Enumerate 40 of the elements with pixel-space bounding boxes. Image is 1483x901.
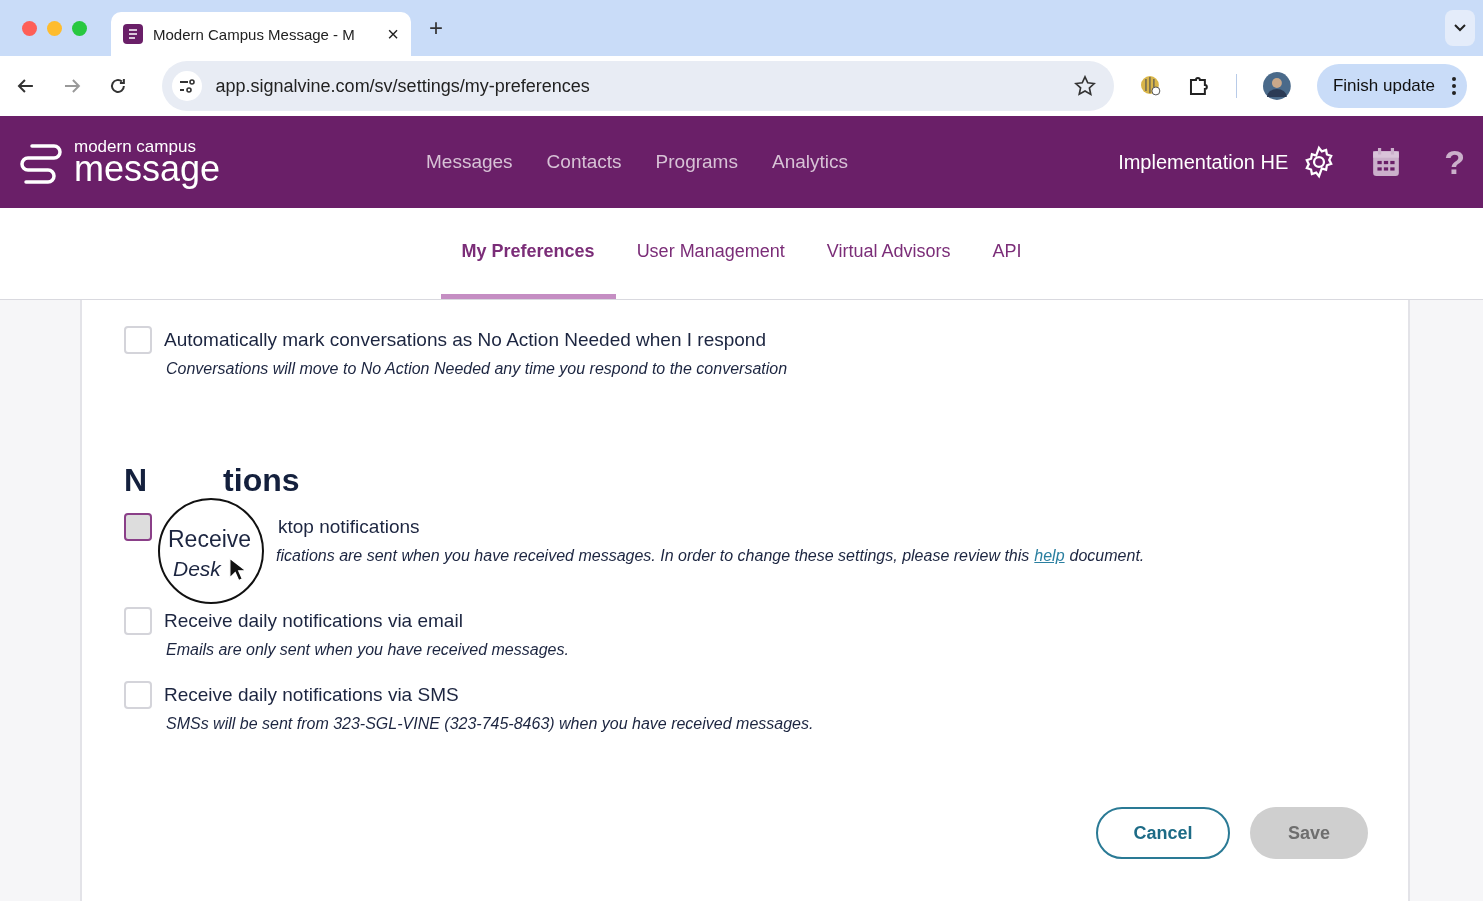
nav-link[interactable]: Messages — [426, 151, 513, 173]
new-tab-button[interactable]: + — [429, 14, 443, 42]
nav-link[interactable]: Analytics — [771, 151, 848, 173]
finish-update-button[interactable]: Finish update — [1316, 64, 1467, 108]
nav-link[interactable]: Contacts — [546, 151, 622, 173]
option-description: Conversations will move to No Action Needed any time you respond to the conversation — [166, 360, 789, 378]
magnified-text: Receive — [168, 527, 252, 553]
option-label: Automatically mark conversations as No Action Needed when I respond — [164, 329, 766, 351]
tab-title: Modern Campus Message - M — [153, 25, 356, 43]
option-label: Receive daily notifications via SMS — [164, 684, 459, 706]
site-settings-icon[interactable] — [171, 71, 202, 101]
settings-tab[interactable]: Virtual Advisors — [805, 208, 972, 299]
help-link[interactable]: help — [1034, 547, 1065, 564]
option-label: ktop notifications — [278, 516, 420, 538]
avatar-icon[interactable] — [1263, 72, 1291, 100]
more-icon — [1451, 76, 1457, 96]
option-description: fications are sent when you have received messages. In order to change these settings, please review this help document. — [276, 547, 1146, 565]
extension-icon[interactable] — [1140, 75, 1163, 97]
organization-name[interactable]: Implementation HE — [1118, 150, 1289, 174]
address-bar[interactable]: app.signalvine.com/sv/settings/my-preferences — [161, 61, 1115, 111]
cancel-button[interactable]: Cancel — [1096, 807, 1230, 859]
app-logo-icon — [123, 24, 143, 44]
calendar-icon[interactable] — [1372, 147, 1401, 177]
star-icon[interactable] — [1074, 75, 1097, 97]
tab-list-icon[interactable] — [1445, 10, 1475, 46]
option-label: Receive daily notifications via email — [164, 610, 463, 632]
puzzle-icon[interactable] — [1188, 75, 1211, 97]
close-tab-button[interactable]: × — [387, 22, 399, 46]
section-heading: tions — [223, 462, 300, 499]
option-description: Emails are only sent when you have received messages. — [166, 641, 570, 659]
settings-tab[interactable]: User Management — [615, 208, 806, 299]
checkbox[interactable] — [124, 513, 152, 541]
cursor-icon — [228, 556, 246, 582]
option-description: SMSs will be sent from 323-SGL-VINE (323-745-8463) when you have received messages. — [166, 715, 815, 733]
section-heading: N — [124, 462, 148, 499]
magnified-text: Desk — [173, 557, 221, 581]
nav-link[interactable]: Programs — [655, 151, 738, 173]
browser-tab[interactable]: Modern Campus Message - M × — [111, 12, 411, 56]
settings-tab[interactable]: API — [971, 208, 1043, 299]
help-button[interactable]: ? — [1444, 142, 1465, 182]
